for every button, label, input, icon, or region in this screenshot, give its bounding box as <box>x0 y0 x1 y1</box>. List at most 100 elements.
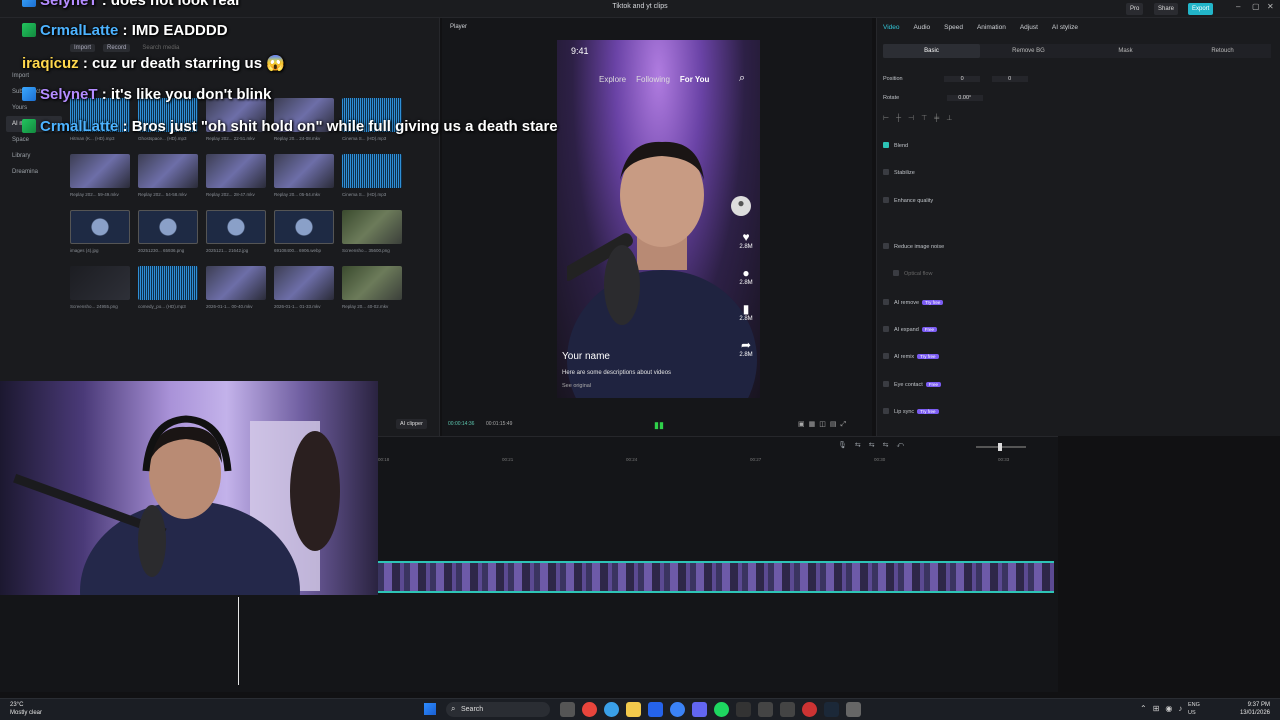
property-checkbox[interactable] <box>883 353 889 359</box>
media-tile[interactable] <box>342 154 402 188</box>
like-icon[interactable]: ♥ 2.8M <box>734 230 758 250</box>
media-tile[interactable] <box>138 154 198 188</box>
browser-icon[interactable] <box>604 702 619 717</box>
terminal-icon[interactable] <box>758 702 773 717</box>
media-tile[interactable] <box>70 266 130 300</box>
maximize-icon[interactable]: ▢ <box>1252 2 1260 11</box>
property-checkbox[interactable] <box>883 299 889 305</box>
property-row[interactable]: Enhance quality <box>883 197 933 204</box>
media-tile[interactable] <box>274 266 334 300</box>
media-tile[interactable] <box>342 266 402 300</box>
property-checkbox[interactable] <box>883 243 889 249</box>
search-media-input[interactable]: Search media <box>138 44 183 52</box>
bookmark-icon[interactable]: ▮ 2.8M <box>734 302 758 322</box>
media-tile[interactable] <box>70 154 130 188</box>
spotify-icon[interactable] <box>714 702 729 717</box>
tab-audio[interactable]: Audio <box>914 24 931 31</box>
subtab-remove-bg[interactable]: Remove BG <box>980 44 1077 58</box>
phone-preview[interactable]: 9:41 Explore Following For You ⌕ ● ♥ 2.8M… <box>557 40 760 398</box>
capcut-icon[interactable] <box>736 702 751 717</box>
align-icons[interactable]: ⊢┼⊣⊤╪⊥ <box>883 114 959 122</box>
pause-icon[interactable]: ▮▮ <box>654 420 664 431</box>
chrome-icon[interactable] <box>582 702 597 717</box>
share-icon[interactable]: ➦ 2.8M <box>734 338 758 358</box>
property-checkbox[interactable] <box>883 326 889 332</box>
media-tile[interactable] <box>138 210 198 244</box>
property-row[interactable]: AI remove Try free <box>883 299 944 306</box>
edge-icon[interactable] <box>670 702 685 717</box>
webcam-overlay <box>0 381 378 595</box>
taskbar-search[interactable]: Search <box>446 702 550 717</box>
tab-video[interactable]: Video <box>883 24 900 31</box>
export-button[interactable]: Export <box>1188 3 1214 15</box>
property-row[interactable]: Lip sync Try free <box>883 408 939 415</box>
property-row[interactable]: Reduce image noise <box>883 243 944 250</box>
active-app-icon[interactable] <box>846 702 861 717</box>
property-checkbox[interactable] <box>883 169 889 175</box>
position-y-input[interactable]: 0 <box>991 76 1028 82</box>
minimize-icon[interactable]: – <box>1236 2 1240 11</box>
pro-button[interactable]: Pro <box>1126 3 1144 15</box>
playhead[interactable] <box>238 597 239 685</box>
tab-speed[interactable]: Speed <box>944 24 963 31</box>
video-clip-track[interactable] <box>378 561 1054 593</box>
media-tile[interactable] <box>206 266 266 300</box>
subtab-retouch[interactable]: Retouch <box>1174 44 1271 58</box>
property-row[interactable]: Blend <box>883 142 908 149</box>
tab-adjust[interactable]: Adjust <box>1020 24 1038 31</box>
property-label: Stabilize <box>894 170 915 176</box>
subtab-mask[interactable]: Mask <box>1077 44 1174 58</box>
rotate-input[interactable]: 0.00° <box>946 95 983 101</box>
mail-icon[interactable] <box>648 702 663 717</box>
property-checkbox[interactable] <box>893 270 899 276</box>
property-row[interactable]: Eye contact Free <box>883 381 942 388</box>
file-explorer-icon[interactable] <box>626 702 641 717</box>
chat-message: SelyneT : it's like you don't blink <box>22 86 271 103</box>
import-button[interactable]: Import <box>70 44 96 52</box>
app-icon[interactable] <box>780 702 795 717</box>
media-tile-label: Ghostspace... (HD).mp3 <box>138 136 187 141</box>
property-row[interactable]: AI expand Free <box>883 326 938 333</box>
obs-icon[interactable] <box>802 702 817 717</box>
property-checkbox[interactable] <box>883 381 889 387</box>
steam-icon[interactable] <box>824 702 839 717</box>
media-tile[interactable] <box>274 210 334 244</box>
weather-widget[interactable]: 23°C Mostly clear <box>10 701 42 717</box>
zoom-slider-handle[interactable] <box>998 443 1002 451</box>
comment-icon[interactable]: ● 2.8M <box>734 266 758 286</box>
player-tools-icons[interactable]: ▣▦◫▤⤢ <box>798 420 850 429</box>
task-view-icon[interactable] <box>560 702 575 717</box>
position-x-input[interactable]: 0 <box>944 76 981 82</box>
ruler-tick-label: 00:27 <box>750 457 762 462</box>
property-row[interactable]: AI remix Try free <box>883 353 939 360</box>
share-button[interactable]: Share <box>1154 3 1179 15</box>
profile-avatar-icon[interactable]: ● <box>731 196 751 216</box>
media-tile[interactable] <box>138 266 198 300</box>
media-tile[interactable] <box>274 154 334 188</box>
timeline-ruler[interactable]: 00:18 00:21 00:24 00:27 00:30 00:33 <box>378 457 1058 465</box>
sidenav-item-dreamina[interactable]: Dreamina <box>6 164 62 180</box>
tab-ai-stylize[interactable]: AI stylize <box>1052 24 1078 31</box>
start-icon[interactable] <box>424 703 436 715</box>
media-tile[interactable] <box>70 210 130 244</box>
property-checkbox[interactable] <box>883 142 889 148</box>
media-tile[interactable] <box>342 210 402 244</box>
property-row[interactable]: Stabilize <box>883 169 915 176</box>
ai-clipper-button[interactable]: AI clipper <box>396 419 427 429</box>
property-row[interactable]: Optical flow <box>893 270 932 277</box>
clock[interactable]: 9:37 PM 13/01/2026 <box>1240 701 1270 717</box>
zoom-slider[interactable] <box>976 443 1026 451</box>
property-checkbox[interactable] <box>883 197 889 203</box>
property-checkbox[interactable] <box>883 408 889 414</box>
close-icon[interactable]: ✕ <box>1267 2 1274 11</box>
sidenav-item-library[interactable]: Library <box>6 148 62 164</box>
media-tile[interactable] <box>206 210 266 244</box>
language-indicator[interactable]: ENG US <box>1188 701 1200 717</box>
media-tile[interactable] <box>206 154 266 188</box>
record-button[interactable]: Record <box>103 44 131 52</box>
system-tray-icons[interactable]: ⌃⊞◉♪ <box>1140 704 1188 713</box>
discord-icon[interactable] <box>692 702 707 717</box>
subtab-basic[interactable]: Basic <box>883 44 980 58</box>
tab-animation[interactable]: Animation <box>977 24 1006 31</box>
timeline-tools-icons[interactable]: 🎙⇆⇆⇆⤺ <box>838 441 912 450</box>
